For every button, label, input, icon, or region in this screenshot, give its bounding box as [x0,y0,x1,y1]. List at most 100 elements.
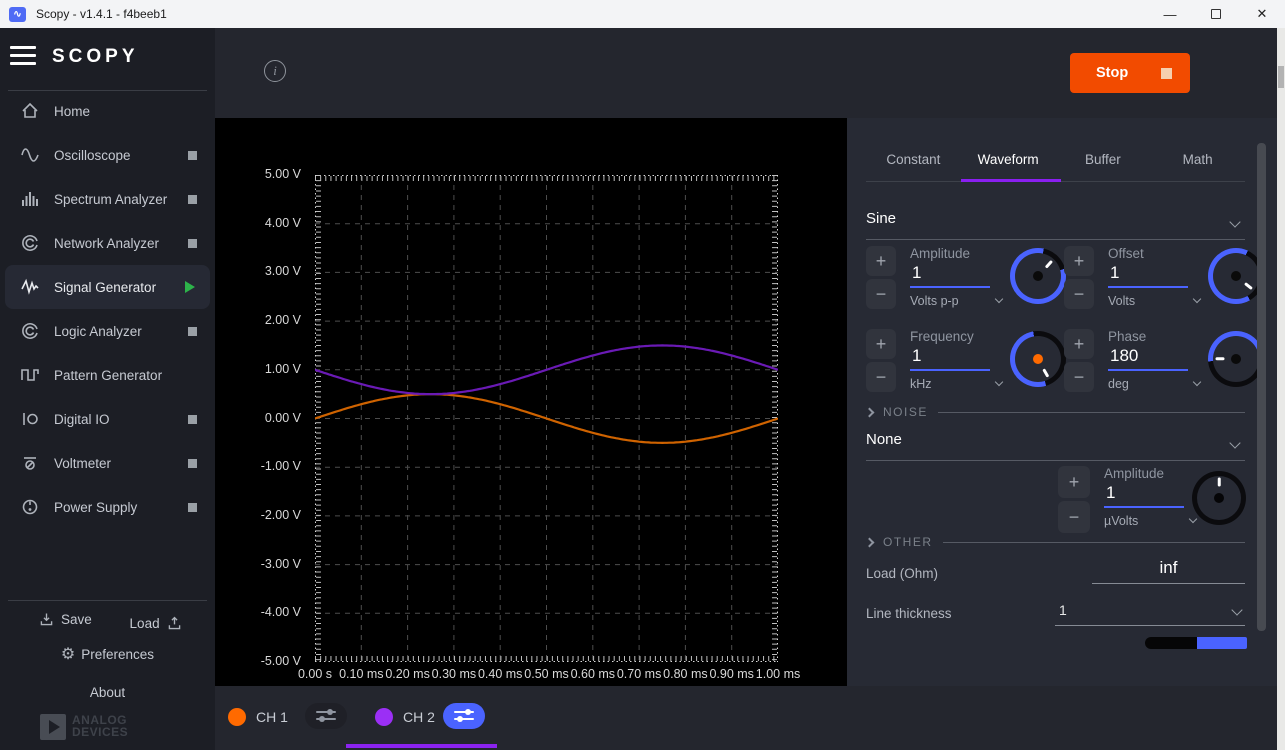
gear-icon: ⚙ [61,644,75,664]
offset-value-input[interactable]: 1 [1108,263,1188,288]
home-icon [18,100,42,122]
y-tick-label: -2.00 V [215,508,301,522]
amplitude-control: + − Amplitude 1 Volts p-p [866,246,1066,312]
sidebar-item-oscilloscope[interactable]: Oscilloscope [0,133,215,177]
sidebar-item-signal-generator[interactable]: Signal Generator [5,265,210,309]
frequency-value-input[interactable]: 1 [910,346,990,371]
preferences-button[interactable]: ⚙ Preferences [61,644,154,664]
tab-waveform[interactable]: Waveform [961,144,1056,176]
sidebar-item-logic-analyzer[interactable]: Logic Analyzer [0,309,215,353]
offset-unit-dropdown[interactable]: Volts [1108,294,1200,308]
tab-buffer[interactable]: Buffer [1056,144,1151,176]
phase-control: + − Phase 180 deg [1064,329,1264,395]
y-tick-label: 3.00 V [215,264,301,278]
scopy-window: ∿ Scopy - v1.4.1 - f4beeb1 — ✕ SCOPY Hom… [0,0,1285,750]
phase-knob[interactable] [1208,331,1264,387]
stopped-indicator [188,503,197,512]
stopped-indicator [188,239,197,248]
background-window-strip [1277,28,1285,750]
waveform-type-dropdown[interactable]: Sine [866,210,1245,240]
phase-value-input[interactable]: 180 [1108,346,1188,371]
frequency-decrement-button[interactable]: − [866,362,896,392]
y-tick-label: -3.00 V [215,557,301,571]
load-ohm-input[interactable]: inf [1092,558,1245,584]
analog-devices-logo [40,714,66,740]
sidebar-item-voltmeter[interactable]: Voltmeter [0,441,215,485]
sidebar-item-home[interactable]: Home [0,89,215,133]
menu-icon[interactable] [10,46,36,66]
y-tick-label: 0.00 V [215,411,301,425]
chevron-down-icon [1231,604,1242,615]
frequency-control: + − Frequency 1 kHz [866,329,1066,395]
waveform-plot[interactable]: 5.00 V4.00 V3.00 V2.00 V1.00 V0.00 V-1.0… [215,118,847,686]
stopped-indicator [188,195,197,204]
frequency-increment-button[interactable]: + [866,329,896,359]
ch1-label[interactable]: CH 1 [256,709,288,725]
power-supply-icon [18,496,42,518]
about-link[interactable]: About [0,685,215,700]
channel-enable-toggle[interactable] [1145,637,1247,649]
amplitude-knob[interactable] [1010,248,1066,304]
x-axis-labels: 0.00 s0.10 ms0.20 ms0.30 ms0.40 ms0.50 m… [315,667,778,685]
channel-settings-tabs: Constant Waveform Buffer Math [866,144,1245,176]
network-analyzer-icon [18,232,42,254]
y-tick-label: -5.00 V [215,654,301,668]
phase-unit-dropdown[interactable]: deg [1108,377,1200,391]
ch2-label[interactable]: CH 2 [403,709,435,725]
tab-math[interactable]: Math [1150,144,1245,176]
amplitude-unit-dropdown[interactable]: Volts p-p [910,294,1002,308]
phase-increment-button[interactable]: + [1064,329,1094,359]
offset-decrement-button[interactable]: − [1064,279,1094,309]
chevron-down-icon [1193,295,1201,303]
line-thickness-dropdown[interactable]: 1 [1055,600,1245,626]
tab-constant[interactable]: Constant [866,144,961,176]
frequency-unit-dropdown[interactable]: kHz [910,377,1002,391]
oscilloscope-icon [18,144,42,166]
noise-section-header[interactable]: NOISE [866,405,1245,419]
minimize-button[interactable]: — [1147,0,1193,28]
y-tick-label: -1.00 V [215,459,301,473]
app-icon: ∿ [9,7,26,22]
offset-knob[interactable] [1208,248,1264,304]
phase-decrement-button[interactable]: − [1064,362,1094,392]
ch2-settings-button[interactable] [443,703,485,729]
offset-control: + − Offset 1 Volts [1064,246,1264,312]
noise-amplitude-decrement-button[interactable]: − [1058,501,1090,533]
ch1-color-dot[interactable] [228,708,246,726]
save-button[interactable]: Save [38,611,92,628]
title-bar: ∿ Scopy - v1.4.1 - f4beeb1 — ✕ [0,0,1285,28]
sidebar-item-power-supply[interactable]: Power Supply [0,485,215,529]
chevron-right-icon [865,537,875,547]
sidebar-item-digital-io[interactable]: Digital IO [0,397,215,441]
noise-amplitude-value-input[interactable]: 1 [1104,483,1184,508]
amplitude-increment-button[interactable]: + [866,246,896,276]
close-button[interactable]: ✕ [1239,0,1285,28]
sidebar-item-network-analyzer[interactable]: Network Analyzer [0,221,215,265]
noise-amplitude-unit-dropdown[interactable]: µVolts [1104,514,1196,528]
info-icon[interactable]: i [264,60,286,82]
sidebar-item-spectrum-analyzer[interactable]: Spectrum Analyzer [0,177,215,221]
noise-amplitude-knob[interactable] [1192,471,1246,525]
maximize-button[interactable] [1193,0,1239,28]
y-tick-label: 4.00 V [215,216,301,230]
maximize-icon [1211,9,1221,19]
y-tick-label: 5.00 V [215,167,301,181]
other-section-header[interactable]: OTHER [866,535,1245,549]
stop-button[interactable]: Stop [1070,53,1190,93]
offset-increment-button[interactable]: + [1064,246,1094,276]
noise-amplitude-increment-button[interactable]: + [1058,466,1090,498]
y-tick-label: 1.00 V [215,362,301,376]
sidebar-item-pattern-generator[interactable]: Pattern Generator [0,353,215,397]
ch1-settings-button[interactable] [305,703,347,729]
load-button[interactable]: Load [130,615,183,632]
frequency-knob[interactable] [1010,331,1066,387]
ch2-color-dot[interactable] [375,708,393,726]
chevron-down-icon [995,378,1003,386]
active-tab-indicator [961,179,1061,182]
logic-analyzer-icon [18,320,42,342]
noise-type-dropdown[interactable]: None [866,431,1245,461]
panel-scrollbar[interactable] [1257,143,1266,631]
amplitude-decrement-button[interactable]: − [866,279,896,309]
divider [8,600,207,601]
amplitude-value-input[interactable]: 1 [910,263,990,288]
